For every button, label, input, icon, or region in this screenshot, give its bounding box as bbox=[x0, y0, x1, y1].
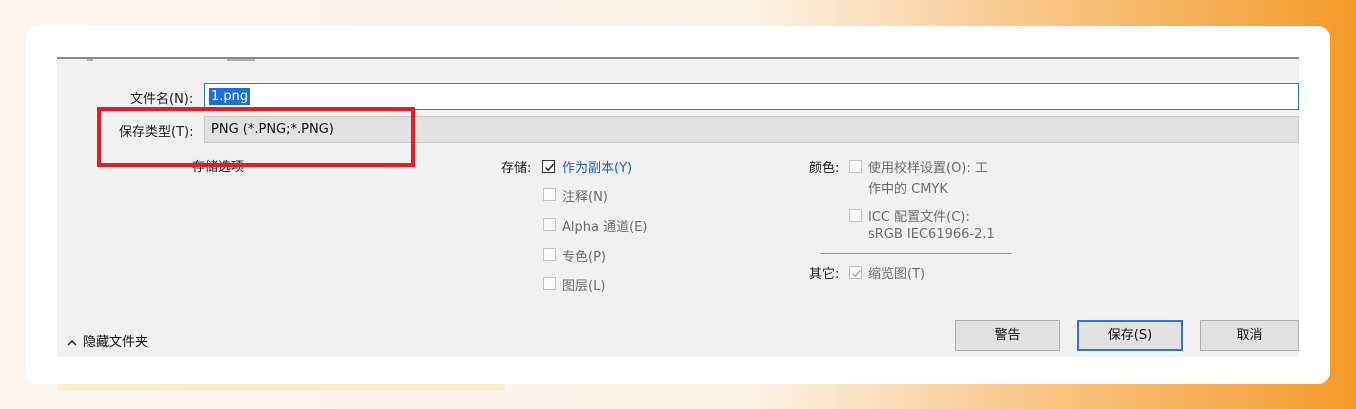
filename-input[interactable]: 1.png bbox=[204, 83, 1299, 110]
proof-setup-label-line1[interactable]: 使用校样设置(O): 工 bbox=[868, 157, 988, 176]
chevron-up-icon bbox=[67, 339, 77, 346]
alpha-channels-checkbox[interactable] bbox=[543, 218, 556, 231]
hide-folders-label[interactable]: 隐藏文件夹 bbox=[83, 335, 148, 350]
save-as-dialog: 文件名(N): 1.png 保存类型(T): PNG (*.PNG;*.PNG)… bbox=[57, 57, 1299, 357]
highlight-annotation-rect bbox=[97, 107, 415, 167]
options-separator bbox=[820, 253, 1012, 254]
annotations-checkbox[interactable] bbox=[543, 188, 556, 201]
hide-folders-toggle[interactable]: 隐藏文件夹 bbox=[67, 331, 148, 350]
thumbnail-checkbox[interactable] bbox=[849, 266, 862, 279]
cancel-button[interactable]: 取消 bbox=[1200, 320, 1299, 351]
decorative-strip bbox=[57, 384, 505, 390]
checkmark-icon bbox=[544, 163, 555, 172]
warning-button[interactable]: 警告 bbox=[955, 320, 1060, 351]
proof-setup-label-line2[interactable]: 作中的 CMYK bbox=[868, 178, 948, 197]
cropped-fragment bbox=[227, 59, 255, 61]
filename-value[interactable]: 1.png bbox=[209, 88, 251, 105]
proof-setup-checkbox[interactable] bbox=[849, 160, 862, 173]
spot-colors-checkbox[interactable] bbox=[543, 248, 556, 261]
save-as-copy-label[interactable]: 作为副本(Y) bbox=[562, 157, 632, 176]
store-label: 存储: bbox=[501, 161, 532, 176]
save-as-copy-checkbox[interactable] bbox=[542, 160, 555, 173]
color-label: 颜色: bbox=[809, 161, 840, 176]
other-label: 其它: bbox=[809, 267, 840, 282]
layers-label[interactable]: 图层(L) bbox=[562, 275, 605, 294]
filename-label: 文件名(N): bbox=[130, 92, 194, 107]
spot-colors-label[interactable]: 专色(P) bbox=[562, 246, 606, 265]
icc-profile-label-line1[interactable]: ICC 配置文件(C): bbox=[868, 206, 970, 225]
layers-checkbox[interactable] bbox=[543, 277, 556, 290]
thumbnail-label[interactable]: 缩览图(T) bbox=[868, 263, 925, 282]
checkmark-icon bbox=[852, 269, 862, 278]
icc-profile-checkbox[interactable] bbox=[849, 209, 862, 222]
annotations-label[interactable]: 注释(N) bbox=[562, 186, 608, 205]
icc-profile-label-line2[interactable]: sRGB IEC61966-2.1 bbox=[868, 227, 995, 242]
save-button[interactable]: 保存(S) bbox=[1077, 320, 1183, 351]
cropped-fragment bbox=[87, 59, 93, 61]
alpha-channels-label[interactable]: Alpha 通道(E) bbox=[562, 216, 647, 235]
